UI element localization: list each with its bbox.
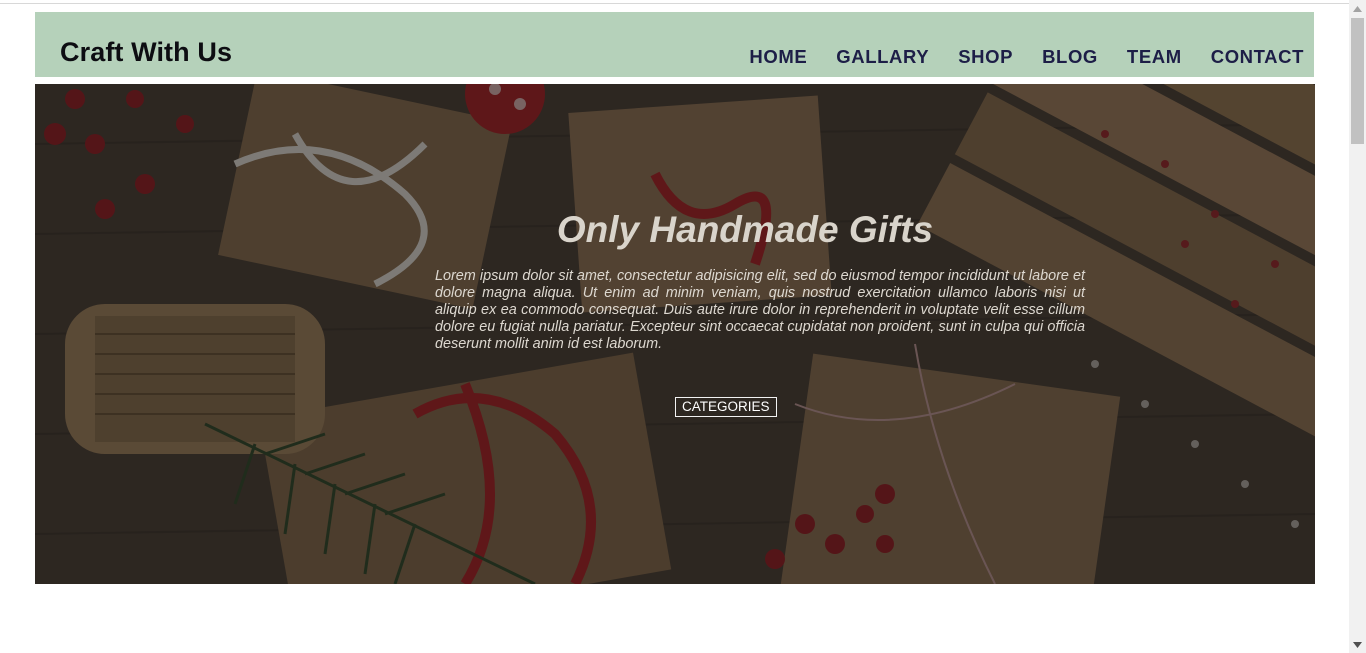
- nav-link-home[interactable]: HOME: [749, 46, 807, 68]
- vertical-scrollbar[interactable]: [1349, 0, 1366, 653]
- top-divider: [0, 0, 1349, 4]
- nav-link-team[interactable]: TEAM: [1127, 46, 1182, 68]
- site-logo-text[interactable]: Craft With Us: [60, 36, 232, 68]
- categories-button[interactable]: CATEGORIES: [675, 397, 777, 417]
- hero-banner: Only Handmade Gifts Lorem ipsum dolor si…: [35, 84, 1315, 584]
- nav-link-blog[interactable]: BLOG: [1042, 46, 1098, 68]
- site-header: Craft With Us HOME GALLARY SHOP BLOG TEA…: [35, 12, 1314, 77]
- scroll-thumb[interactable]: [1351, 18, 1364, 144]
- nav-link-gallary[interactable]: GALLARY: [836, 46, 929, 68]
- main-nav: HOME GALLARY SHOP BLOG TEAM CONTACT: [749, 46, 1304, 68]
- scroll-up-arrow-icon[interactable]: [1349, 0, 1366, 17]
- hero-description: Lorem ipsum dolor sit amet, consectetur …: [435, 268, 1085, 352]
- page: Craft With Us HOME GALLARY SHOP BLOG TEA…: [0, 0, 1349, 653]
- nav-link-shop[interactable]: SHOP: [958, 46, 1013, 68]
- hero-title: Only Handmade Gifts: [556, 209, 934, 250]
- scroll-down-arrow-icon[interactable]: [1349, 636, 1366, 653]
- nav-link-contact[interactable]: CONTACT: [1211, 46, 1304, 68]
